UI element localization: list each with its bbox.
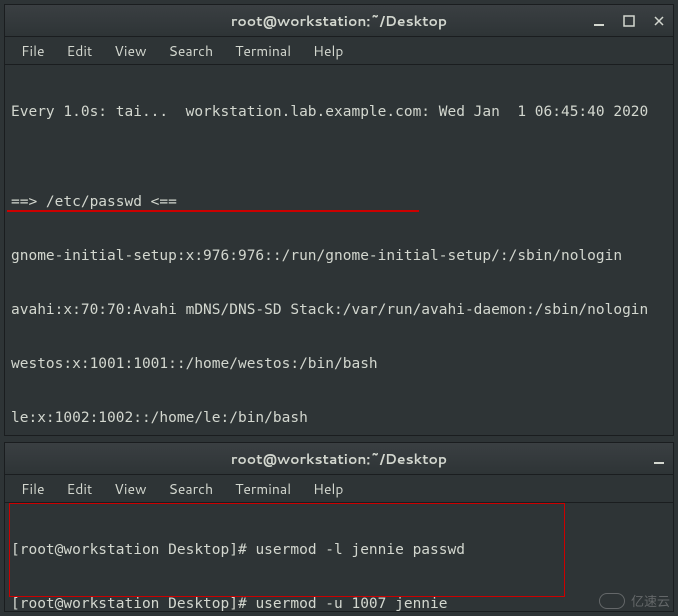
menu-help[interactable]: Help	[303, 37, 353, 65]
menu-edit[interactable]: Edit	[57, 37, 103, 65]
menu-file[interactable]: File	[11, 475, 55, 503]
terminal-window-bottom: root@workstation:~/Desktop File Edit Vie…	[4, 442, 674, 612]
terminal-output-bottom[interactable]: [root@workstation Desktop]# usermod -l j…	[5, 503, 673, 611]
menu-terminal[interactable]: Terminal	[225, 37, 301, 65]
command: usermod -u 1007 jennie	[255, 596, 447, 611]
highlight-box	[9, 503, 565, 597]
terminal-window-top: root@workstation:~/Desktop File Edit Vie…	[4, 4, 674, 436]
menu-help[interactable]: Help	[303, 475, 353, 503]
menu-view[interactable]: View	[104, 475, 156, 503]
output-line: le:x:1002:1002::/home/le:/bin/bash	[11, 409, 669, 427]
window-controls	[591, 13, 667, 29]
output-line: avahi:x:70:70:Avahi mDNS/DNS-SD Stack:/v…	[11, 301, 669, 319]
output-line: ==> /etc/passwd <==	[11, 193, 669, 211]
output-line: Every 1.0s: tai... workstation.lab.examp…	[11, 103, 669, 121]
menu-file[interactable]: File	[11, 37, 55, 65]
close-icon[interactable]	[651, 13, 667, 29]
window-title: root@workstation:~/Desktop	[5, 449, 673, 469]
menu-search[interactable]: Search	[159, 475, 224, 503]
prompt-line: [root@workstation Desktop]# usermod -u 1…	[11, 595, 669, 611]
minimize-icon[interactable]	[591, 13, 607, 29]
output-line: westos:x:1001:1001::/home/westos:/bin/ba…	[11, 355, 669, 373]
terminal-output-top[interactable]: Every 1.0s: tai... workstation.lab.examp…	[5, 65, 673, 435]
minimize-icon[interactable]	[651, 451, 667, 467]
highlight-underline	[7, 210, 419, 212]
menubar-top: File Edit View Search Terminal Help	[5, 37, 673, 65]
titlebar-top[interactable]: root@workstation:~/Desktop	[5, 5, 673, 37]
output-line: gnome-initial-setup:x:976:976::/run/gnom…	[11, 247, 669, 265]
window-title: root@workstation:~/Desktop	[5, 11, 673, 31]
menubar-bottom: File Edit View Search Terminal Help	[5, 475, 673, 503]
menu-view[interactable]: View	[104, 37, 156, 65]
window-controls	[651, 451, 667, 467]
prompt: [root@workstation Desktop]#	[11, 596, 255, 611]
menu-search[interactable]: Search	[159, 37, 224, 65]
maximize-icon[interactable]	[621, 13, 637, 29]
menu-terminal[interactable]: Terminal	[225, 475, 301, 503]
menu-edit[interactable]: Edit	[57, 475, 103, 503]
titlebar-bottom[interactable]: root@workstation:~/Desktop	[5, 443, 673, 475]
